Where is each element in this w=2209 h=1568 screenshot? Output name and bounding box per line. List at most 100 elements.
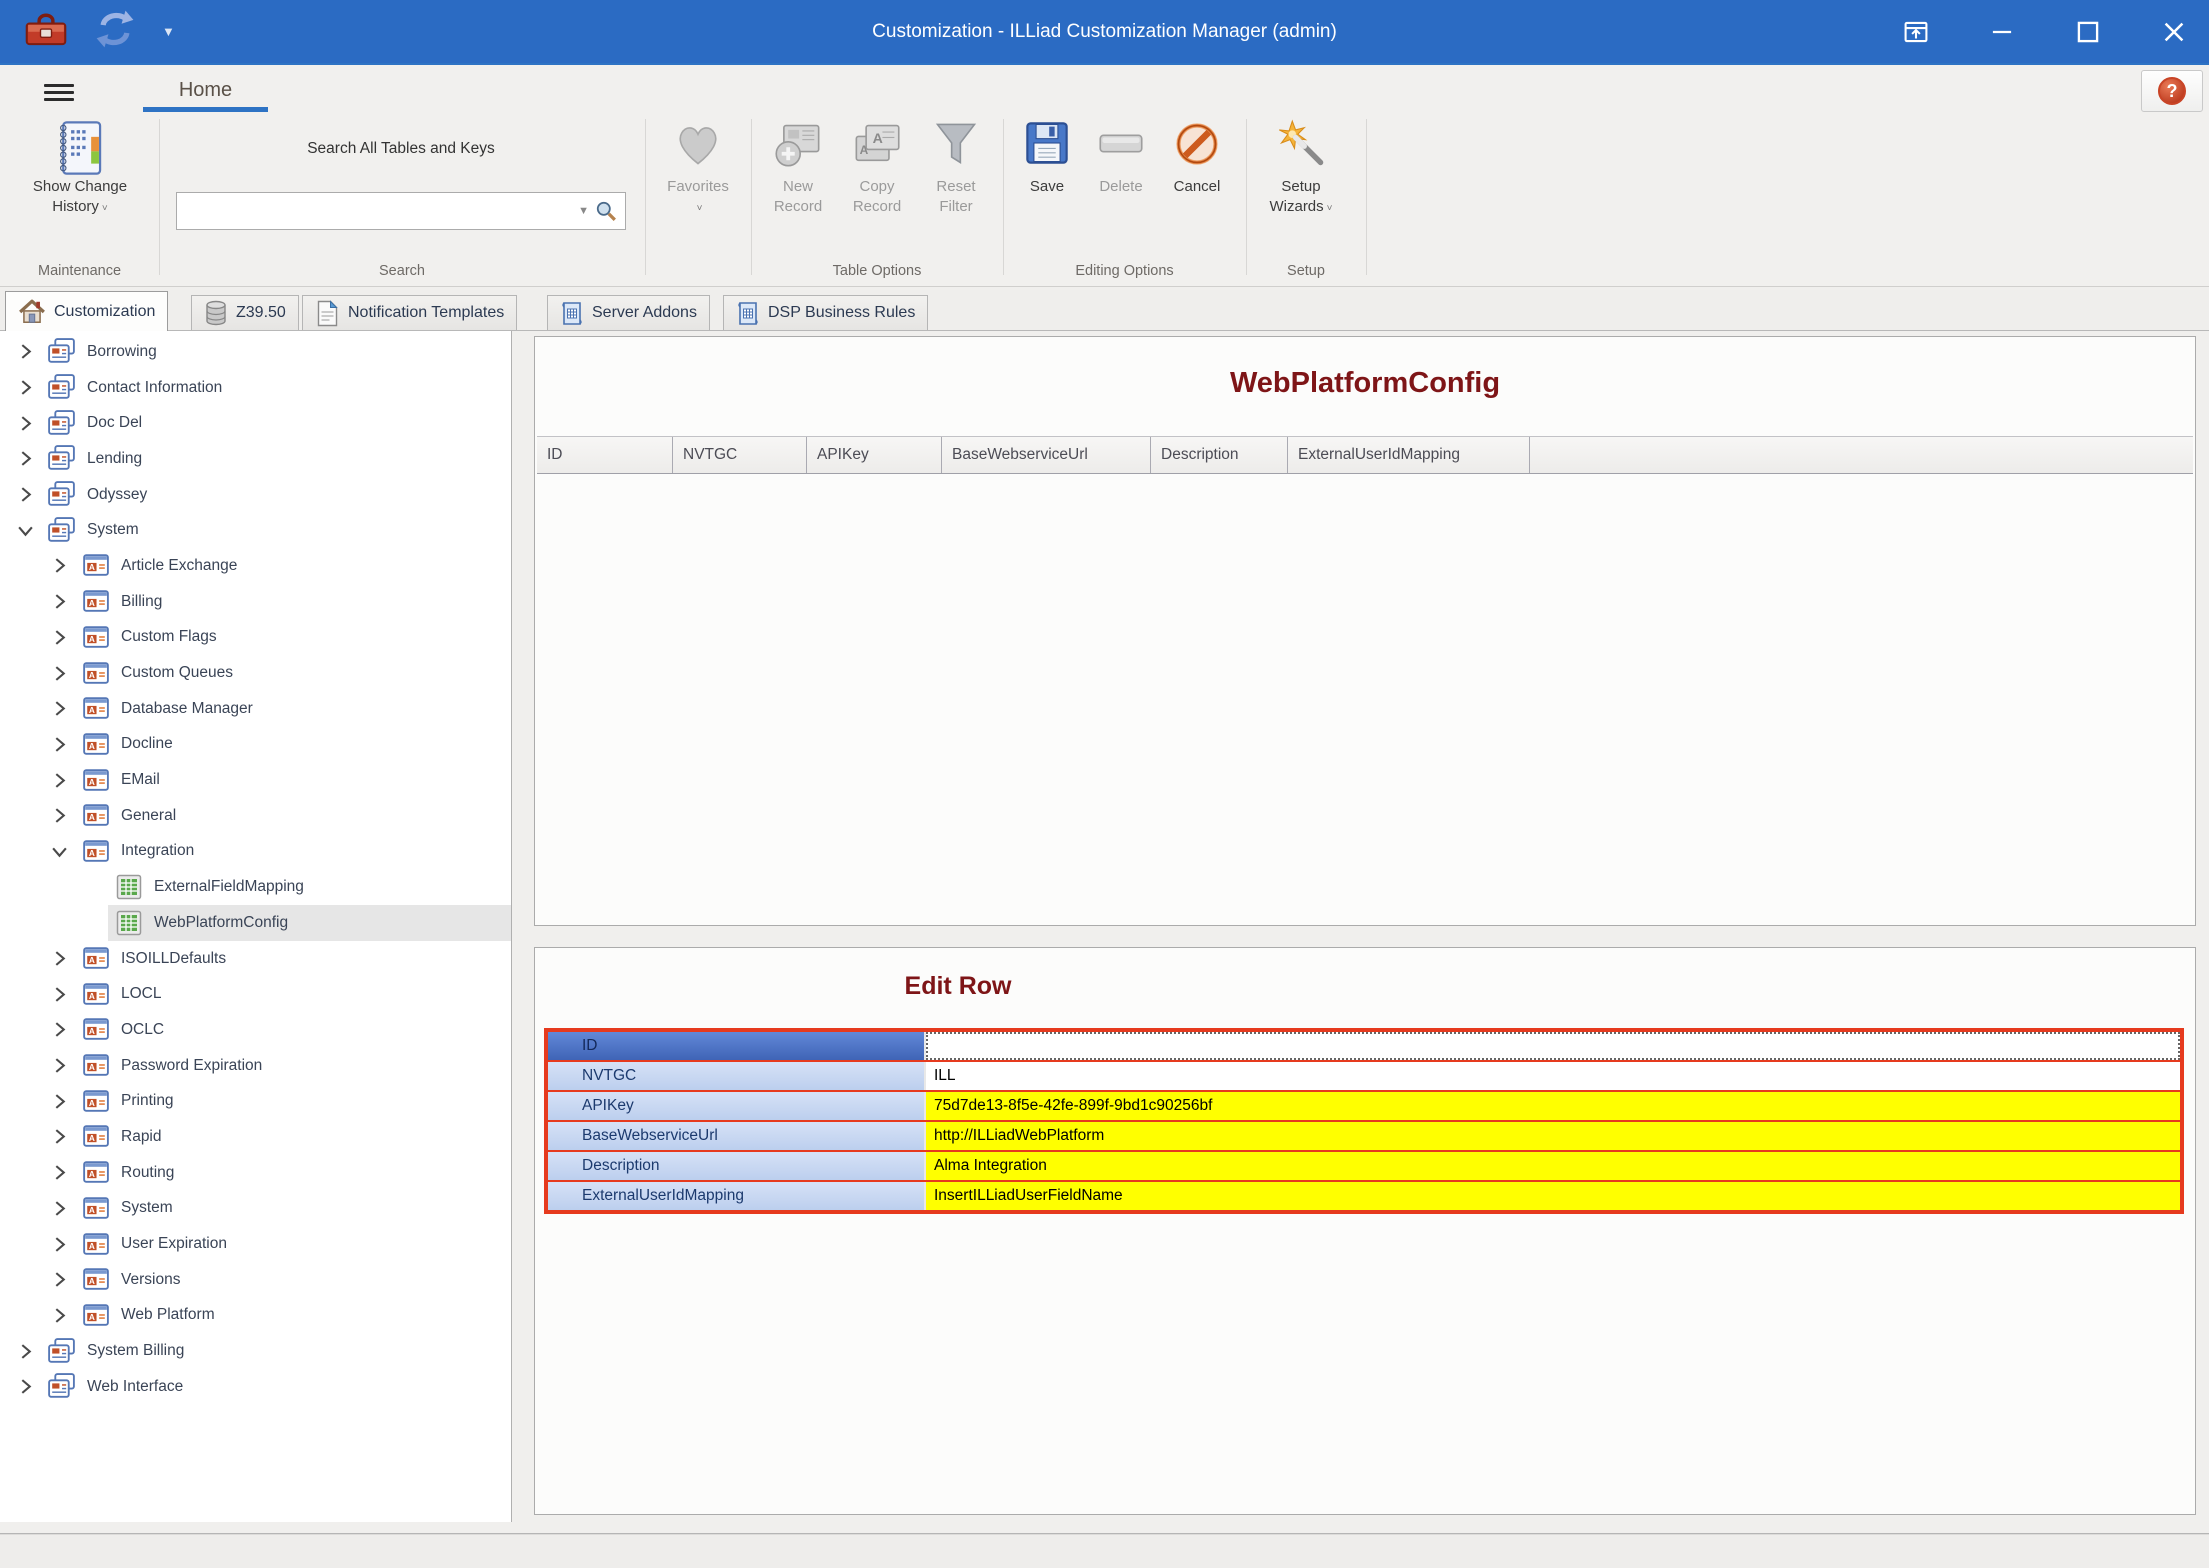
- tree-item[interactable]: A Routing: [0, 1155, 511, 1191]
- tree-chevron-icon[interactable]: [44, 1307, 74, 1324]
- tree-chevron-icon[interactable]: [44, 1164, 74, 1181]
- column-header[interactable]: APIKey: [807, 437, 942, 473]
- tree-chevron-icon[interactable]: [44, 1236, 74, 1253]
- tree-item[interactable]: System Billing: [0, 1333, 511, 1369]
- tree-chevron-icon[interactable]: [10, 415, 40, 432]
- chevron-down-icon: ˅: [697, 203, 703, 214]
- scroll-icon: [560, 300, 584, 327]
- edit-field-value[interactable]: http://ILLiadWebPlatform: [926, 1122, 2180, 1150]
- refresh-icon[interactable]: [94, 8, 136, 55]
- tree-chevron-icon[interactable]: [44, 950, 74, 967]
- tree-chevron-icon[interactable]: [44, 843, 74, 860]
- tree-item[interactable]: Borrowing: [0, 334, 511, 370]
- favorites-button[interactable]: Favorites ˅: [643, 119, 753, 219]
- edit-field-label: ID: [548, 1032, 926, 1060]
- cancel-button[interactable]: Cancel: [1142, 119, 1252, 197]
- tree-item[interactable]: ExternalFieldMapping: [0, 869, 511, 905]
- tree-item[interactable]: A Database Manager: [0, 691, 511, 727]
- tree-item[interactable]: A Versions: [0, 1262, 511, 1298]
- tree-item[interactable]: Contact Information: [0, 370, 511, 406]
- document-tab[interactable]: Server Addons: [547, 295, 710, 330]
- tree-item[interactable]: A Custom Queues: [0, 655, 511, 691]
- tree-chevron-icon[interactable]: [44, 1128, 74, 1145]
- tree-item[interactable]: A Integration: [0, 834, 511, 870]
- edit-field-value[interactable]: InsertILLiadUserFieldName: [926, 1182, 2180, 1210]
- tree-item[interactable]: A Docline: [0, 727, 511, 763]
- tree-item[interactable]: A OCLC: [0, 1012, 511, 1048]
- search-input[interactable]: [177, 196, 572, 226]
- tree-chevron-icon[interactable]: [10, 522, 40, 539]
- tree-chevron-icon[interactable]: [10, 343, 40, 360]
- tree-chevron-icon[interactable]: [44, 986, 74, 1003]
- tab-home[interactable]: Home: [143, 65, 268, 113]
- minimize-icon[interactable]: [1985, 15, 2019, 49]
- hamburger-menu-icon[interactable]: [44, 84, 74, 101]
- toolbox-icon[interactable]: [24, 11, 68, 52]
- tree-chevron-icon[interactable]: [10, 486, 40, 503]
- dropdown-caret-icon[interactable]: ▼: [162, 24, 175, 39]
- setup-wizards-button[interactable]: Setup Wizards˅: [1246, 119, 1356, 219]
- column-header[interactable]: ID: [537, 437, 673, 473]
- tree-item[interactable]: Web Interface: [0, 1369, 511, 1405]
- tree-chevron-icon[interactable]: [44, 593, 74, 610]
- maximize-icon[interactable]: [2071, 15, 2105, 49]
- tree-item[interactable]: A Article Exchange: [0, 548, 511, 584]
- tree-item[interactable]: A Billing: [0, 584, 511, 620]
- document-tab[interactable]: Z39.50: [191, 295, 299, 330]
- tree-item[interactable]: A Printing: [0, 1083, 511, 1119]
- help-button[interactable]: ?: [2141, 70, 2203, 112]
- document-tab[interactable]: Notification Templates: [302, 295, 517, 330]
- ribbon-display-icon[interactable]: [1899, 15, 1933, 49]
- column-header[interactable]: BaseWebserviceUrl: [942, 437, 1151, 473]
- tree-chevron-icon[interactable]: [44, 1093, 74, 1110]
- tree-item[interactable]: A EMail: [0, 762, 511, 798]
- edit-field-value[interactable]: 75d7de13-8f5e-42fe-899f-9bd1c90256bf: [926, 1092, 2180, 1120]
- edit-field-value[interactable]: [926, 1032, 2180, 1060]
- column-header[interactable]: ExternalUserIdMapping: [1288, 437, 1530, 473]
- edit-field-value[interactable]: Alma Integration: [926, 1152, 2180, 1180]
- tree-chevron-icon[interactable]: [44, 1271, 74, 1288]
- document-tab[interactable]: DSP Business Rules: [723, 295, 928, 330]
- tree-chevron-icon[interactable]: [10, 450, 40, 467]
- tree-item[interactable]: A LOCL: [0, 976, 511, 1012]
- show-change-history-button[interactable]: Show Change History˅: [25, 119, 135, 219]
- tree-chevron-icon[interactable]: [44, 1200, 74, 1217]
- tree-chevron-icon[interactable]: [44, 1057, 74, 1074]
- tree-chevron-icon[interactable]: [10, 1378, 40, 1395]
- tree-chevron-icon[interactable]: [44, 807, 74, 824]
- close-icon[interactable]: [2157, 15, 2191, 49]
- edit-value-focus-field[interactable]: [926, 1032, 2180, 1060]
- tree-chevron-icon[interactable]: [10, 1343, 40, 1360]
- tree-item[interactable]: Odyssey: [0, 477, 511, 513]
- search-icon[interactable]: [595, 200, 625, 222]
- tree-chevron-icon[interactable]: [10, 379, 40, 396]
- table-subgroup-icon: A: [80, 1157, 111, 1188]
- column-header[interactable]: Description: [1151, 437, 1288, 473]
- svg-text:A: A: [89, 742, 95, 751]
- tree-item[interactable]: A ISOILLDefaults: [0, 941, 511, 977]
- tree-item[interactable]: A Web Platform: [0, 1298, 511, 1334]
- column-header[interactable]: NVTGC: [673, 437, 807, 473]
- tree-chevron-icon[interactable]: [44, 629, 74, 646]
- tree-item[interactable]: A User Expiration: [0, 1226, 511, 1262]
- tree-chevron-icon[interactable]: [44, 736, 74, 753]
- tree-item-label: System: [87, 521, 139, 539]
- tree-item[interactable]: System: [0, 512, 511, 548]
- tree-chevron-icon[interactable]: [44, 1021, 74, 1038]
- edit-field-value[interactable]: ILL: [926, 1062, 2180, 1090]
- tree-item[interactable]: A Custom Flags: [0, 620, 511, 656]
- tree-chevron-icon[interactable]: [44, 557, 74, 574]
- tree-chevron-icon[interactable]: [44, 700, 74, 717]
- tree-item[interactable]: A Rapid: [0, 1119, 511, 1155]
- tree-item[interactable]: A System: [0, 1191, 511, 1227]
- tree-item[interactable]: A General: [0, 798, 511, 834]
- tree-item[interactable]: Doc Del: [0, 405, 511, 441]
- table-leaf-icon: [114, 908, 144, 938]
- search-dropdown-caret-icon[interactable]: ▼: [572, 205, 595, 217]
- tree-chevron-icon[interactable]: [44, 665, 74, 682]
- tree-item[interactable]: A Password Expiration: [0, 1048, 511, 1084]
- tree-item[interactable]: Lending: [0, 441, 511, 477]
- tree-chevron-icon[interactable]: [44, 772, 74, 789]
- document-tab[interactable]: Customization: [5, 291, 168, 331]
- tree-item[interactable]: WebPlatformConfig: [0, 905, 511, 941]
